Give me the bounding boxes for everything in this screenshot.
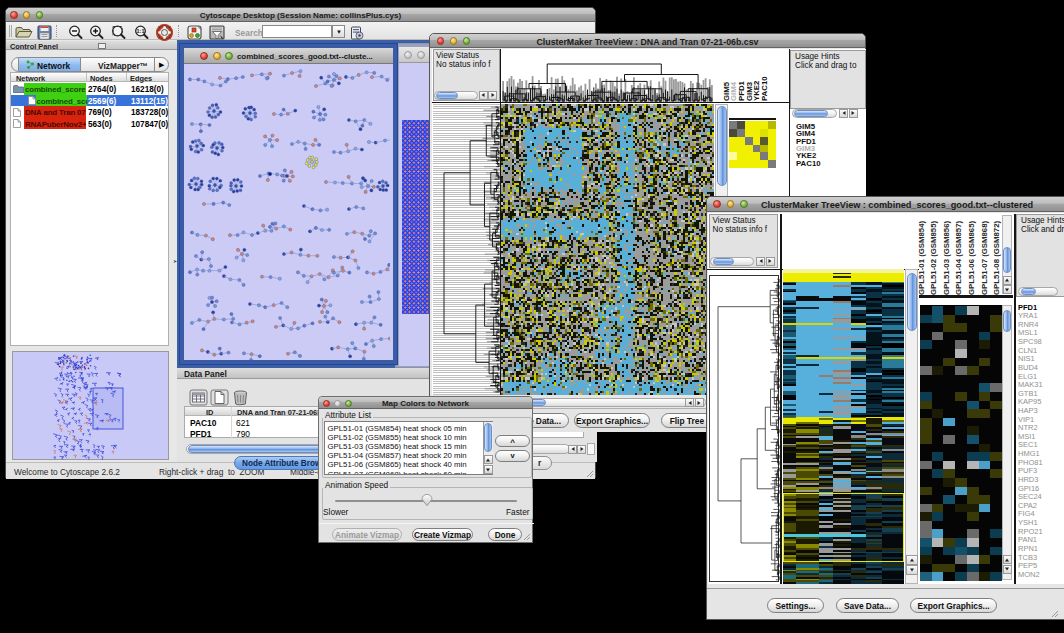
svg-text:1:1: 1:1 xyxy=(137,28,145,34)
